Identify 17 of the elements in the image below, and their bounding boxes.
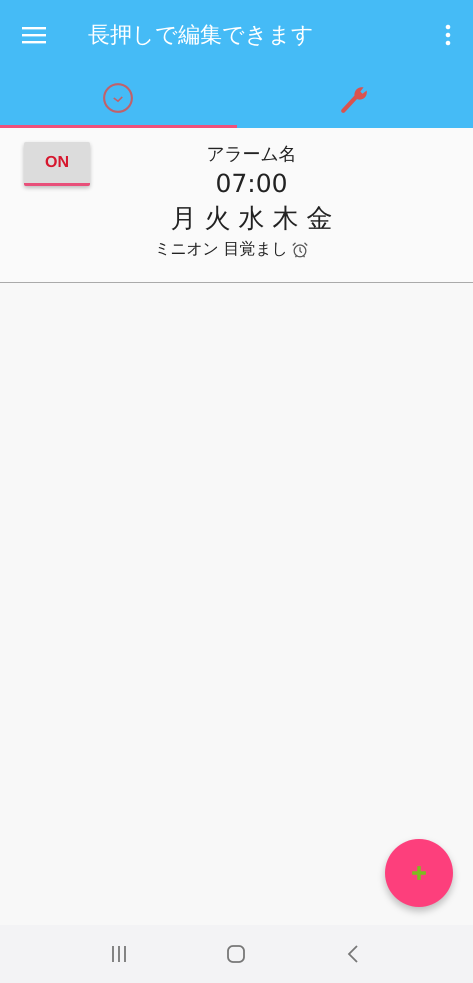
toggle-button[interactable]: ON [24, 142, 90, 186]
alarm-name: アラーム名 [206, 143, 296, 166]
add-button[interactable] [385, 839, 453, 907]
clock-icon [102, 82, 134, 114]
menu-icon[interactable] [22, 26, 46, 44]
plus-icon [411, 865, 427, 881]
weekday-label: 火 [204, 203, 230, 236]
app-title: 長押しで編集できます [88, 22, 315, 50]
alarm-sound: ミニオン 目覚まし [154, 239, 288, 260]
home-icon[interactable] [226, 944, 246, 964]
more-options-icon[interactable] [445, 24, 451, 46]
weekday-label: 金 [306, 203, 332, 236]
weekday-label: 月 [170, 203, 196, 236]
alarm-time: 07:00 [215, 169, 288, 198]
weekday-label: 水 [238, 203, 264, 236]
weekday-label: 木 [272, 203, 298, 236]
alarm-clock-icon [290, 240, 309, 258]
